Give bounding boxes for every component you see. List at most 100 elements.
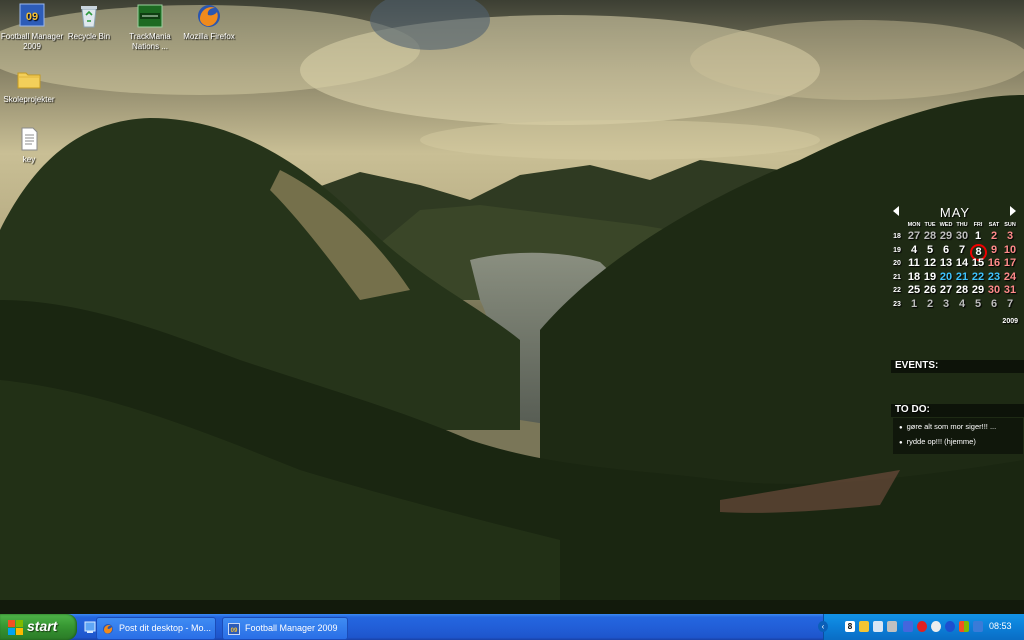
calendar-day[interactable]: 12	[922, 257, 938, 270]
previous-month-icon[interactable]	[893, 206, 899, 216]
next-month-icon[interactable]	[1010, 206, 1016, 216]
calendar-day[interactable]: 16	[986, 257, 1002, 270]
back-arrow-icon[interactable]: ‹	[818, 621, 828, 632]
calendar-weekday-label: THU	[956, 222, 968, 228]
calendar-grid: 18 27 28 29 30 1 2 3 19 4 5 6 7 8 9 10 20 11 12 13 14 15 16 17 2…	[890, 230, 1020, 311]
desktop-icon-label: TrackMania Nations ...	[129, 32, 171, 51]
calendar-day[interactable]: 20	[938, 271, 954, 284]
network-icon[interactable]	[873, 621, 883, 632]
football-manager-icon: 09	[228, 622, 240, 635]
calendar-day[interactable]: 1	[970, 230, 986, 243]
calendar-day[interactable]: 2	[986, 230, 1002, 243]
events-title: EVENTS:	[895, 360, 939, 371]
calendar-day[interactable]: 24	[1002, 271, 1018, 284]
calendar-day[interactable]: 10	[1002, 244, 1018, 257]
calendar-day[interactable]: 28	[922, 230, 938, 243]
desktop-icon-skoleprojekter[interactable]: Skoleprojekter	[0, 65, 61, 105]
calendar-day[interactable]: 22	[970, 271, 986, 284]
desktop-wallpaper	[0, 0, 1024, 614]
calendar-day[interactable]: 19	[922, 271, 938, 284]
shield-icon[interactable]	[859, 621, 869, 632]
calendar-day[interactable]: 13	[938, 257, 954, 270]
desktop-icon-label: Mozilla Firefox	[183, 32, 235, 41]
calendar-day[interactable]: 23	[986, 271, 1002, 284]
calendar-day[interactable]: 26	[922, 284, 938, 297]
calendar-week-number: 19	[893, 246, 901, 254]
calendar-day[interactable]: 3	[938, 298, 954, 311]
text-file-icon	[15, 125, 43, 153]
desktop-icon-label: Skoleprojekter	[3, 95, 55, 104]
calendar-day[interactable]: 7	[1002, 298, 1018, 311]
taskbar-button-football-manager[interactable]: 09 Football Manager 2009	[222, 617, 348, 640]
calendar-day[interactable]: 27	[938, 284, 954, 297]
bluetooth-icon[interactable]	[945, 621, 955, 632]
calendar-year: 2009	[1002, 318, 1018, 325]
desktop-icon-key[interactable]: key	[0, 125, 61, 165]
desktop-icon-football-manager[interactable]: 09 Football Manager 2009	[0, 2, 64, 52]
desktop-icon-label: Football Manager 2009	[0, 32, 64, 51]
calendar-day[interactable]: 30	[986, 284, 1002, 297]
calendar-day[interactable]: 9	[986, 244, 1002, 257]
calendar-day[interactable]: 17	[1002, 257, 1018, 270]
calendar-week-number: 20	[893, 260, 901, 267]
calendar-week-row: 18 27 28 29 30 1 2 3	[890, 230, 1020, 244]
calendar-day[interactable]: 14	[954, 257, 970, 270]
calendar-day[interactable]: 21	[954, 271, 970, 284]
svg-text:09: 09	[26, 11, 38, 23]
calendar-day[interactable]: 6	[938, 244, 954, 257]
calendar-day[interactable]: 11	[906, 257, 922, 270]
taskbar-button-firefox[interactable]: Post dit desktop - Mo...	[96, 617, 216, 640]
windows-logo-icon	[8, 620, 23, 635]
calendar-day[interactable]: 7	[954, 244, 970, 257]
calendar-week-row: 22 25 26 27 28 29 30 31	[890, 284, 1020, 298]
folder-icon	[15, 65, 43, 93]
calendar-week-number: 23	[893, 300, 901, 308]
calendar-week-number: 22	[893, 287, 901, 294]
windows-icon[interactable]	[959, 621, 969, 632]
calendar-day[interactable]: 29	[938, 230, 954, 243]
calendar-day[interactable]: 6	[986, 298, 1002, 311]
calendar-day[interactable]: 5	[922, 244, 938, 257]
desktop-icon-label: Recycle Bin	[67, 32, 111, 41]
calendar-weekday-label: WED	[939, 222, 953, 228]
calendar-day[interactable]: 18	[906, 271, 922, 284]
calendar-day[interactable]: 15	[970, 257, 986, 270]
firefox-icon	[102, 622, 114, 634]
app-8-icon[interactable]: 8	[845, 621, 855, 632]
antivirus-icon[interactable]	[903, 621, 913, 632]
calendar-day[interactable]: 5	[970, 298, 986, 311]
clock[interactable]: 08:53	[989, 621, 1012, 631]
calendar-day[interactable]: 2	[922, 298, 938, 311]
calendar-day[interactable]: 30	[954, 230, 970, 243]
calendar-week-row: 21 18 19 20 21 22 23 24	[890, 271, 1020, 285]
calendar-day[interactable]: 4	[906, 244, 922, 257]
taskbar-button-label: Football Manager 2009	[245, 623, 338, 633]
desktop-icon-recycle-bin[interactable]: Recycle Bin	[57, 2, 121, 42]
calendar-day[interactable]: 28	[954, 284, 970, 297]
calendar-weekday-header: MON TUE WED THU FRI SAT SUN	[890, 220, 1020, 230]
calendar-day[interactable]: 4	[954, 298, 970, 311]
steam-icon[interactable]	[931, 621, 941, 632]
desktop-icon-firefox[interactable]: Mozilla Firefox	[177, 2, 241, 42]
todo-item[interactable]: gøre alt som mor siger!!! ...	[893, 420, 1023, 435]
todo-item[interactable]: rydde op!!! (hjemme)	[893, 435, 1023, 450]
calendar-day[interactable]: 1	[906, 298, 922, 311]
show-desktop-icon[interactable]	[84, 620, 96, 634]
desktop-icon-trackmania[interactable]: TrackMania Nations ...	[118, 2, 182, 52]
calendar-day[interactable]: 29	[970, 284, 986, 297]
calendar-weekday-label: SAT	[988, 222, 1000, 228]
calendar-day[interactable]: 25	[906, 284, 922, 297]
taskbar-button-label: Post dit desktop - Mo...	[119, 623, 212, 633]
calendar-day[interactable]: 27	[906, 230, 922, 243]
tools-icon[interactable]	[887, 621, 897, 632]
calendar-weekday-label: MON	[907, 222, 921, 228]
messenger-icon[interactable]	[973, 621, 983, 632]
opera-icon[interactable]	[917, 621, 927, 632]
taskbar: start Post dit desktop - Mo... 09 Footba…	[0, 614, 1024, 640]
start-button[interactable]: start	[0, 614, 77, 640]
calendar-day[interactable]: 31	[1002, 284, 1018, 297]
calendar-week-number: 18	[893, 233, 901, 240]
calendar-week-number: 21	[893, 273, 901, 281]
calendar-day[interactable]: 3	[1002, 230, 1018, 243]
calendar-weekday-label: TUE	[924, 222, 936, 228]
